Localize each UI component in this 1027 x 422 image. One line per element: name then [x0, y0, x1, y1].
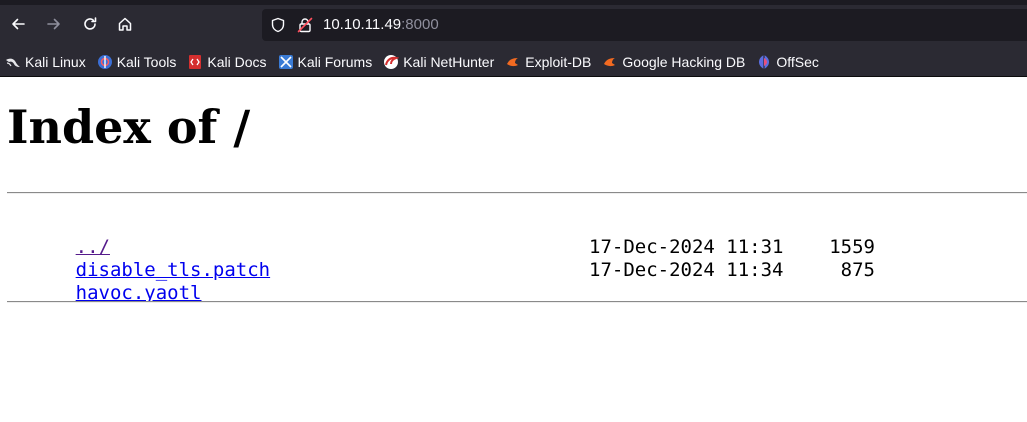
bookmark-offsec[interactable]: OffSec	[750, 50, 824, 74]
list-item-parent: ../	[7, 213, 270, 258]
exploit-db-icon	[505, 54, 521, 70]
bookmark-kali-linux[interactable]: Kali Linux	[0, 50, 91, 74]
bookmark-label: Kali Forums	[297, 54, 373, 70]
kali-nethunter-icon	[383, 54, 400, 70]
browser-chrome: 10.10.11.49:8000 Kali Linux Kali Tools K…	[0, 0, 1027, 77]
list-item-file: havoc.yaotl 17-Dec-2024 11:34 875	[7, 259, 875, 304]
reload-button[interactable]	[76, 10, 104, 38]
insecure-lock-icon[interactable]	[297, 17, 313, 33]
bookmarks-toolbar: Kali Linux Kali Tools Kali Docs Kali For…	[0, 48, 1027, 76]
shield-icon[interactable]	[270, 17, 286, 33]
ghdb-icon	[602, 54, 618, 70]
directory-listing: ../ disable_tls.patch 17-Dec-2024 11:31 …	[7, 213, 875, 304]
page-content: Index of / ../ disable_tls.patch 17-Dec-…	[0, 77, 1027, 422]
kali-tools-icon	[97, 54, 113, 70]
bookmark-label: Kali NetHunter	[403, 54, 495, 70]
page-title: Index of /	[7, 100, 251, 154]
file-size: 1559	[829, 236, 875, 258]
bookmark-label: Kali Linux	[25, 54, 86, 70]
kali-forums-icon	[278, 54, 294, 70]
kali-docs-icon	[187, 54, 203, 70]
file-date: 17-Dec-2024 11:31	[589, 236, 784, 258]
bookmark-kali-tools[interactable]: Kali Tools	[91, 50, 182, 74]
forward-button[interactable]	[40, 10, 68, 38]
arrow-right-icon	[47, 18, 60, 30]
bottom-divider	[7, 301, 1027, 303]
back-button[interactable]	[4, 10, 32, 38]
url-text[interactable]: 10.10.11.49:8000	[323, 16, 439, 34]
bookmark-kali-forums[interactable]: Kali Forums	[272, 50, 378, 74]
home-button[interactable]	[111, 10, 139, 38]
offsec-icon	[756, 54, 772, 70]
file-size: 875	[840, 259, 875, 281]
bookmark-kali-docs[interactable]: Kali Docs	[181, 50, 271, 74]
tab-strip-edge	[0, 0, 1027, 5]
bookmark-label: Google Hacking DB	[622, 54, 746, 70]
bookmark-label: Kali Tools	[116, 54, 177, 70]
file-date: 17-Dec-2024 11:34	[589, 259, 784, 281]
bookmark-label: Exploit-DB	[525, 54, 592, 70]
top-divider	[7, 192, 1027, 194]
arrow-left-icon	[12, 18, 25, 30]
bookmark-label: Kali Docs	[207, 54, 267, 70]
bookmark-exploit-db[interactable]: Exploit-DB	[499, 50, 596, 74]
url-host: 10.10.11.49	[323, 16, 402, 33]
url-port: :8000	[401, 16, 439, 33]
kali-dragon-icon	[5, 54, 21, 70]
bookmark-label: OffSec	[776, 54, 819, 70]
bookmark-google-hacking-db[interactable]: Google Hacking DB	[596, 50, 750, 74]
list-item-file: disable_tls.patch 17-Dec-2024 11:31 1559	[7, 236, 875, 281]
reload-icon	[84, 17, 97, 30]
bookmark-kali-nethunter[interactable]: Kali NetHunter	[377, 50, 499, 74]
address-bar[interactable]: 10.10.11.49:8000	[262, 9, 1027, 41]
home-icon	[118, 17, 132, 31]
